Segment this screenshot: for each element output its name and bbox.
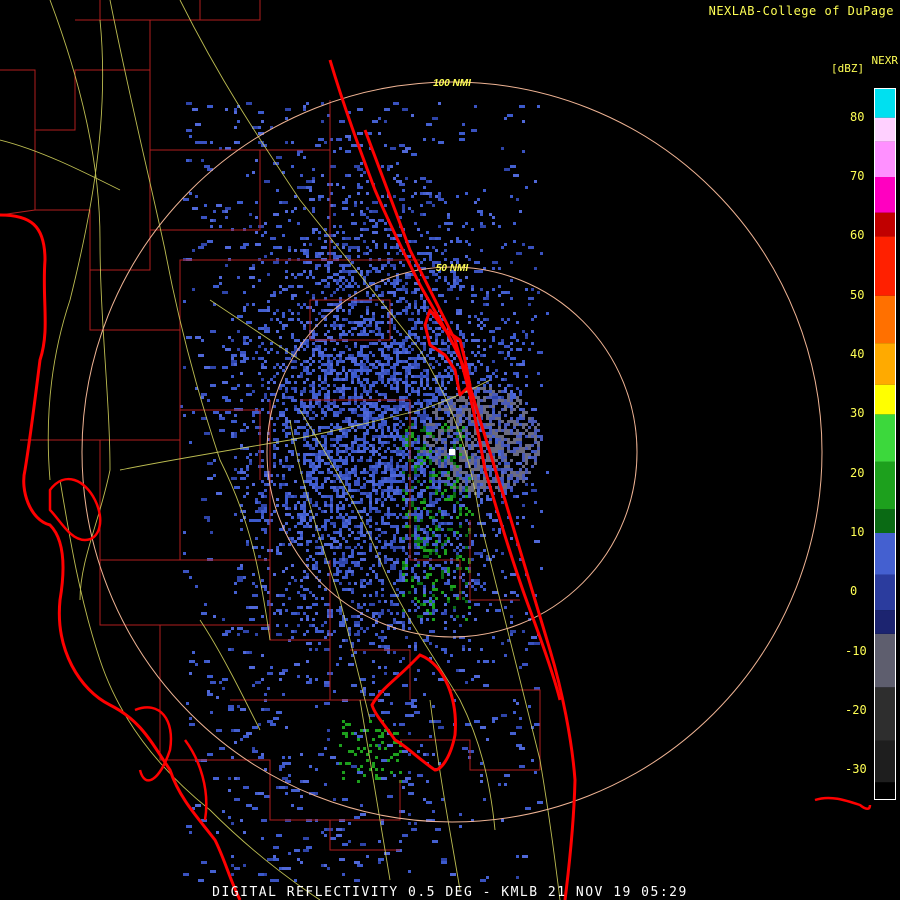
colorbar-band xyxy=(875,533,895,575)
colorbar-band xyxy=(875,782,895,800)
colorbar xyxy=(874,88,896,800)
range-label-50: 50 NMI xyxy=(436,263,468,274)
product-caption: DIGITAL REFLECTIVITY 0.5 DEG - KMLB 21 N… xyxy=(212,885,688,900)
colorbar-tick: -10 xyxy=(845,643,867,658)
colorbar-band xyxy=(875,177,895,213)
colorbar-band xyxy=(875,212,895,237)
colorbar-tick: 70 xyxy=(850,169,865,183)
product-label: NEXR xyxy=(871,54,899,67)
colorbar-tick: 40 xyxy=(850,347,865,361)
colorbar-tick: 80 xyxy=(850,109,865,124)
colorbar-band xyxy=(875,88,895,118)
colorbar-band xyxy=(875,633,895,688)
colorbar-band xyxy=(875,141,895,177)
colorbar-band xyxy=(875,687,895,741)
colorbar-tick: 30 xyxy=(850,406,865,421)
colorbar-band xyxy=(875,117,895,142)
colorbar-band xyxy=(875,740,895,783)
colorbar-band xyxy=(875,236,895,296)
colorbar-tick: 10 xyxy=(850,525,865,539)
colorbar-tick: 0 xyxy=(850,584,858,599)
range-label-100: 100 NMI xyxy=(433,78,471,89)
colorbar-tick: -30 xyxy=(845,762,867,777)
colorbar-band xyxy=(875,384,895,415)
colorbar-band xyxy=(875,509,895,533)
colorbar-band xyxy=(875,574,895,611)
colorbar-band xyxy=(875,414,895,462)
colorbar-tick: 20 xyxy=(850,465,865,480)
colorbar-band xyxy=(875,295,895,344)
colorbar-tick: 50 xyxy=(850,287,865,302)
colorbar-band xyxy=(875,610,895,634)
credit-label: NEXLAB-College of DuPage xyxy=(708,4,894,18)
colorbar-tick: 60 xyxy=(850,228,865,243)
colorbar-band xyxy=(875,461,895,510)
units-label: [dBZ] xyxy=(831,62,865,75)
radar-map: 100 NMI 50 NMI xyxy=(0,0,900,900)
radar-site-marker xyxy=(449,449,455,455)
colorbar-band xyxy=(875,343,895,385)
colorbar-tick: -20 xyxy=(845,703,867,717)
